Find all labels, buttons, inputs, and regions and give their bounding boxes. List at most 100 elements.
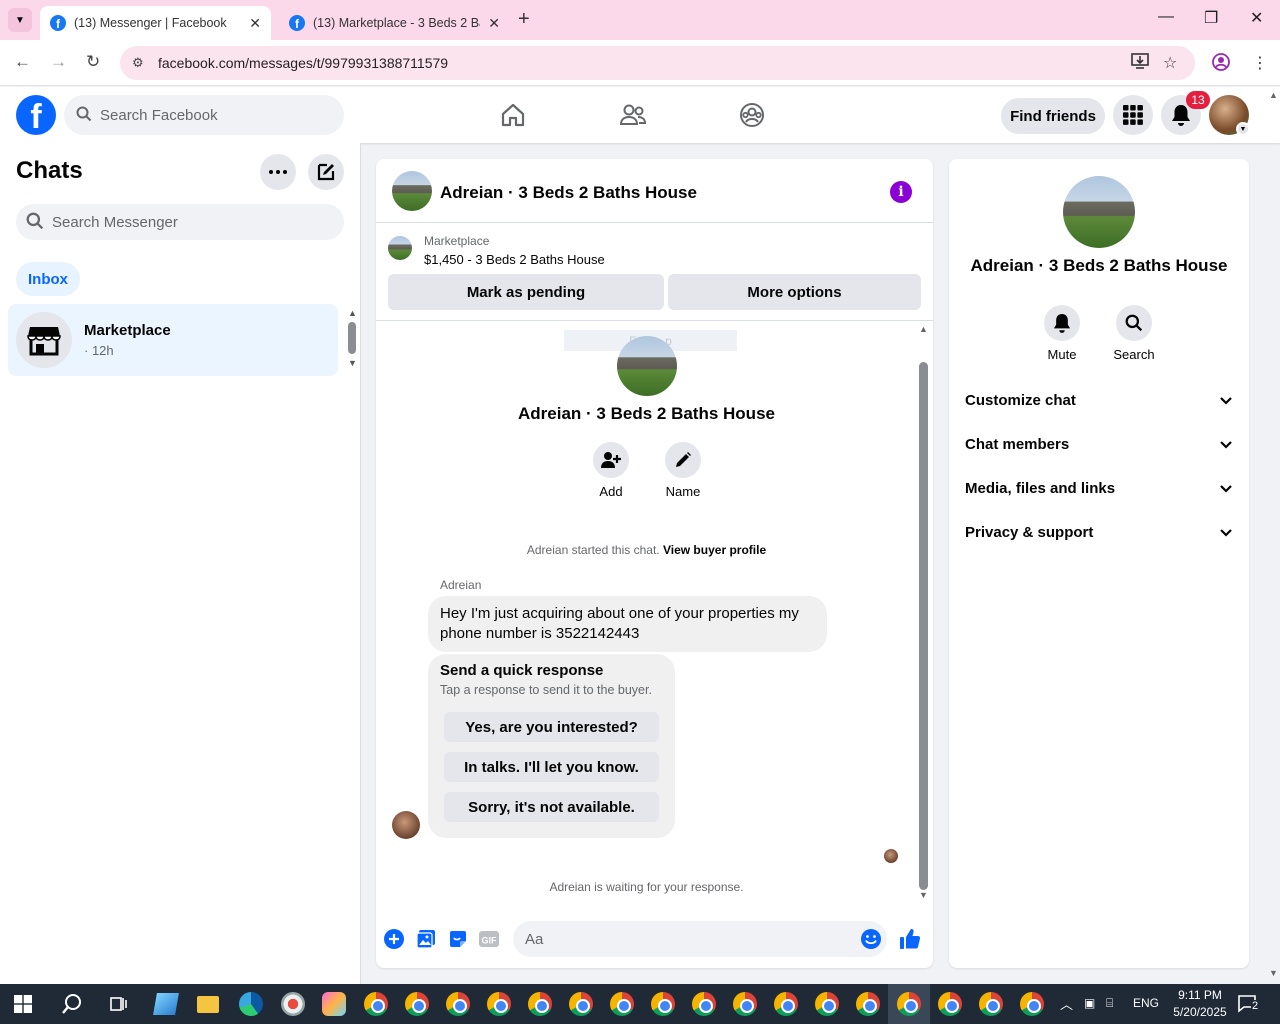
send-like-button[interactable] xyxy=(899,928,921,950)
conversation-scrollbar[interactable]: ▲ ▼ xyxy=(917,324,931,904)
task-view-icon[interactable] xyxy=(110,995,128,1018)
view-buyer-profile-link[interactable]: View buyer profile xyxy=(663,543,766,557)
chrome-browser-icon[interactable] xyxy=(938,992,962,1016)
section-label: Media, files and links xyxy=(965,479,1116,497)
chrome-browser-icon[interactable] xyxy=(405,992,429,1016)
chrome-browser-icon[interactable] xyxy=(651,992,675,1016)
chat-options-button[interactable] xyxy=(260,154,296,190)
listing-price[interactable]: $1,450 - 3 Beds 2 Baths House xyxy=(424,252,605,267)
minimize-button[interactable]: — xyxy=(1158,8,1174,26)
tab-messenger[interactable]: f (13) Messenger | Facebook ✕ xyxy=(40,6,271,40)
forward-button[interactable]: → xyxy=(50,52,67,72)
new-tab-button[interactable]: + xyxy=(518,8,530,31)
windows-start-icon[interactable] xyxy=(14,995,32,1018)
edge-browser-icon[interactable] xyxy=(239,992,263,1016)
quick-reply-in-talks-button[interactable]: In talks. I'll let you know. xyxy=(444,752,659,782)
tray-overflow-icon[interactable]: ︿ xyxy=(1060,994,1073,1013)
conversation-title[interactable]: Adreian · 3 Beds 2 Baths House xyxy=(440,183,697,203)
notepad-app-icon[interactable] xyxy=(153,993,179,1015)
copilot-icon[interactable] xyxy=(322,992,346,1016)
menu-grid-button[interactable] xyxy=(1113,95,1153,135)
chrome-browser-icon[interactable] xyxy=(733,992,757,1016)
listing-profile-avatar[interactable] xyxy=(1063,176,1135,248)
taskbar-search-icon[interactable] xyxy=(61,993,83,1020)
privacy-support-section[interactable]: Privacy & support xyxy=(965,510,1233,554)
sticker-button[interactable] xyxy=(447,928,469,950)
info-icon[interactable]: i xyxy=(890,181,912,203)
chat-list-item[interactable]: Marketplace · 12h xyxy=(8,304,338,376)
quick-response-card: Send a quick response Tap a response to … xyxy=(428,654,675,838)
paint-app-icon[interactable] xyxy=(281,992,305,1016)
search-messenger-input[interactable]: Search Messenger xyxy=(16,204,344,240)
chat-list-scrollbar[interactable]: ▲ ▼ xyxy=(346,308,357,368)
restore-button[interactable]: ❐ xyxy=(1204,8,1218,28)
emoji-button[interactable] xyxy=(860,928,882,950)
browser-menu-icon[interactable]: ⋮ xyxy=(1252,53,1268,73)
listing-avatar[interactable] xyxy=(392,171,432,211)
details-name: Adreian · 3 Beds 2 Baths House xyxy=(970,256,1228,275)
chrome-browser-icon[interactable] xyxy=(487,992,511,1016)
attach-photo-button[interactable] xyxy=(415,928,437,950)
chevron-down-icon xyxy=(1220,528,1232,537)
name-chat-button[interactable]: Name xyxy=(653,442,713,499)
search-in-chat-button[interactable]: Search xyxy=(1104,305,1164,362)
reload-button[interactable]: ↻ xyxy=(86,52,100,72)
chrome-browser-icon[interactable] xyxy=(774,992,798,1016)
groups-icon[interactable] xyxy=(736,99,768,131)
close-tab-icon[interactable]: ✕ xyxy=(249,15,261,32)
chrome-browser-icon[interactable] xyxy=(446,992,470,1016)
quick-reply-not-available-button[interactable]: Sorry, it's not available. xyxy=(444,792,659,822)
chrome-browser-icon[interactable] xyxy=(569,992,593,1016)
close-window-button[interactable]: ✕ xyxy=(1250,8,1263,28)
friends-icon[interactable] xyxy=(617,99,649,131)
chrome-browser-icon[interactable] xyxy=(364,992,388,1016)
sender-avatar[interactable] xyxy=(392,811,420,839)
profile-icon[interactable] xyxy=(1212,53,1230,76)
tray-network-icon[interactable]: ⌸ xyxy=(1106,996,1113,1011)
incoming-message-bubble[interactable]: Hey I'm just acquiring about one of your… xyxy=(428,596,827,652)
url-omnibox[interactable]: ⚙ facebook.com/messages/t/99799313887115… xyxy=(120,46,1195,80)
facebook-logo-icon[interactable]: f xyxy=(16,95,56,135)
facebook-search-input[interactable]: Search Facebook xyxy=(64,95,344,135)
tray-device-icon[interactable]: ▣ xyxy=(1084,996,1095,1010)
search-label: Search xyxy=(1113,347,1155,362)
chevron-down-icon[interactable]: ▼ xyxy=(1236,122,1250,136)
listing-thumbnail[interactable] xyxy=(388,236,412,260)
install-app-icon[interactable] xyxy=(1131,53,1149,74)
chrome-browser-icon[interactable] xyxy=(528,992,552,1016)
more-actions-button[interactable] xyxy=(383,928,405,950)
chrome-browser-icon[interactable] xyxy=(610,992,634,1016)
find-friends-button[interactable]: Find friends xyxy=(1001,98,1105,134)
page-scrollbar[interactable]: ▲ ▼ xyxy=(1266,88,1280,984)
file-explorer-icon[interactable] xyxy=(197,996,219,1013)
quick-reply-yes-button[interactable]: Yes, are you interested? xyxy=(444,712,659,742)
chrome-browser-icon[interactable] xyxy=(856,992,880,1016)
mark-as-pending-button[interactable]: Mark as pending xyxy=(388,274,664,310)
gif-button[interactable]: GIF xyxy=(478,928,500,950)
media-files-links-section[interactable]: Media, files and links xyxy=(965,466,1233,510)
customize-chat-section[interactable]: Customize chat xyxy=(965,378,1233,422)
back-button[interactable]: ← xyxy=(14,52,31,72)
chrome-browser-icon[interactable] xyxy=(979,992,1003,1016)
site-info-icon[interactable]: ⚙ xyxy=(132,55,144,71)
home-icon[interactable] xyxy=(497,99,529,131)
chrome-browser-icon[interactable] xyxy=(897,992,921,1016)
sticker-icon xyxy=(450,931,466,947)
message-input[interactable] xyxy=(513,921,887,957)
tab-marketplace[interactable]: f (13) Marketplace - 3 Beds 2 Bat ✕ xyxy=(279,6,510,40)
new-message-button[interactable] xyxy=(308,154,344,190)
close-tab-icon[interactable]: ✕ xyxy=(488,15,500,32)
chat-members-section[interactable]: Chat members xyxy=(965,422,1233,466)
chrome-browser-icon[interactable] xyxy=(1020,992,1044,1016)
more-options-button[interactable]: More options xyxy=(668,274,921,310)
inbox-filter-tab[interactable]: Inbox xyxy=(16,262,80,296)
tab-search-dropdown[interactable]: ▼ xyxy=(8,8,32,32)
chrome-browser-icon[interactable] xyxy=(692,992,716,1016)
language-indicator[interactable]: ENG xyxy=(1133,996,1159,1010)
system-clock[interactable]: 9:11 PM 5/20/2025 xyxy=(1170,987,1230,1021)
add-people-button[interactable]: Add xyxy=(581,442,641,499)
bookmark-star-icon[interactable]: ☆ xyxy=(1163,53,1177,73)
chrome-browser-icon[interactable] xyxy=(815,992,839,1016)
notification-center-icon[interactable]: 2 xyxy=(1238,994,1260,1019)
mute-button[interactable]: Mute xyxy=(1032,305,1092,362)
